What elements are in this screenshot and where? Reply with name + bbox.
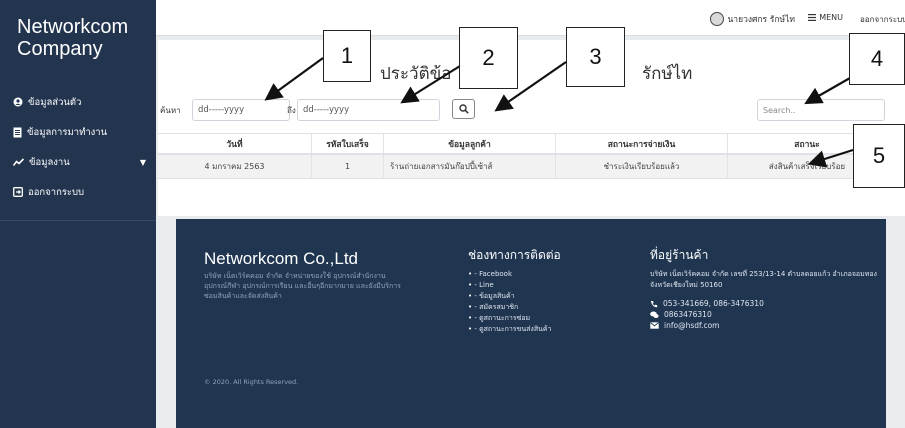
avatar [709,12,724,26]
table-search-input[interactable]: Search.. [757,99,885,121]
footer-email: info@hsdf.com [650,320,880,331]
footer-link-register[interactable]: - สมัครสมาชิก [468,302,561,313]
page-title-part1: ประวัติข้อ [380,64,452,84]
footer-contact-list: - Facebook - Line - ข้อมูลสินค้า - สมัคร… [468,269,561,335]
header-customer[interactable]: ข้อมูลลูกค้า [384,134,556,153]
hamburger-icon [808,14,817,21]
main-content [158,40,905,216]
to-label: ถึง [287,105,296,115]
table-header: วันที่ รหัสใบเสร็จ ข้อมูลลูกค้า สถานะการ… [158,133,886,155]
footer-link-products[interactable]: - ข้อมูลสินค้า [468,291,561,302]
history-table: วันที่ รหัสใบเสร็จ ข้อมูลลูกค้า สถานะการ… [158,133,886,179]
sidebar-item-attendance[interactable]: ข้อมูลการมาทำงาน [0,120,156,144]
footer-description: บริษัท เน็ตเวิร์คคอม จำกัด จำหน่ายของใช้… [204,272,401,300]
sidebar-item-label: ข้อมูลงาน [29,156,70,168]
cell-receipt-id: 1 [312,155,384,178]
cell-date: 4 มกราคม 2563 [158,155,312,178]
footer-link-shipping-status[interactable]: - ดูสถานะการขนส่งสินค้า [468,324,561,335]
callout-1: 1 [323,30,371,82]
footer-link-repair-status[interactable]: - ดูสถานะการซ่อม [468,313,561,324]
footer: Networkcom Co.,Ltd บริษัท เน็ตเวิร์คคอม … [176,219,886,428]
header-date[interactable]: วันที่ [158,134,312,153]
brand-logo[interactable]: Networkcom Company [17,16,128,60]
phone-icon [650,300,658,307]
table-row[interactable]: 4 มกราคม 2563 1 ร้านถ่ายเอกสารมันก๊อปปี้… [158,155,886,179]
date-from-input[interactable]: dd-----yyyy [192,99,290,121]
chat-icon [650,311,659,318]
sidebar: Networkcom Company ข้อมูลส่วนตัว ข้อมูลก… [0,0,156,428]
sidebar-item-label: ข้อมูลส่วนตัว [28,96,82,108]
top-logout-link[interactable]: ออกจากระบบ [860,13,905,26]
cell-payment-status: ชำระเงินเรียบร้อยแล้ว [556,155,728,178]
sign-out-icon [13,187,23,197]
date-to-input[interactable]: dd-----yyyy [297,99,440,121]
top-navbar: นายวงศกร รักษ์ไท MENU ออกจากระบบ [156,0,905,36]
header-payment-status[interactable]: สถานะการจ่ายเงิน [556,134,728,153]
search-label: ค้นหา [160,105,181,115]
footer-link-facebook[interactable]: - Facebook [468,269,561,280]
envelope-icon [650,322,659,329]
footer-copyright: © 2020. All Rights Reserved. [204,378,299,386]
search-icon [458,104,469,114]
footer-address: บริษัท เน็ตเวิร์คคอม จำกัด เลขที่ 253/13… [650,270,877,289]
date-to-wrapper: dd-----yyyy [297,99,440,121]
sidebar-item-label: ข้อมูลการมาทำงาน [27,126,108,138]
sidebar-item-logout[interactable]: ออกจากระบบ [0,180,156,204]
chart-line-icon [13,157,24,166]
header-receipt-id[interactable]: รหัสใบเสร็จ [312,134,384,153]
user-name: นายวงศกร รักษ์ไท [727,15,796,25]
callout-4: 4 [849,33,905,85]
sidebar-nav: ข้อมูลส่วนตัว ข้อมูลการมาทำงาน ข้อมูลงาน… [0,90,156,210]
callout-5: 5 [853,124,905,188]
date-from-wrapper: dd-----yyyy [192,99,290,121]
callout-2: 2 [459,27,518,89]
user-circle-icon [13,97,23,107]
footer-address-column: ที่อยู่ร้านค้า บริษัท เน็ตเวิร์คคอม จำกั… [650,246,880,331]
page-title-part2: รักษ์ไท [642,64,693,84]
document-icon [13,127,22,137]
footer-address-heading: ที่อยู่ร้านค้า [650,248,709,262]
sidebar-item-profile[interactable]: ข้อมูลส่วนตัว [0,90,156,114]
sidebar-divider [0,220,156,221]
caret-down-icon: ▼ [139,157,146,167]
user-menu[interactable]: นายวงศกร รักษ์ไท [709,12,796,26]
footer-link-line[interactable]: - Line [468,280,561,291]
sidebar-item-jobs[interactable]: ข้อมูลงาน ▼ [0,150,156,174]
footer-phone: 053-341669, 086-3476310 [650,298,880,309]
search-button[interactable] [452,99,475,119]
sidebar-item-label: ออกจากระบบ [28,186,85,198]
menu-button[interactable]: MENU [808,13,843,22]
footer-brand: Networkcom Co.,Ltd [204,249,358,268]
footer-mobile: 0863476310 [650,309,880,320]
menu-label: MENU [819,13,843,22]
cell-customer: ร้านถ่ายเอกสารมันก๊อปปี้เซ้าส์ [384,155,556,178]
footer-contact-heading: ช่องทางการติดต่อ [468,248,561,262]
callout-3: 3 [566,27,625,87]
footer-contact-column: ช่องทางการติดต่อ - Facebook - Line - ข้อ… [468,246,561,335]
